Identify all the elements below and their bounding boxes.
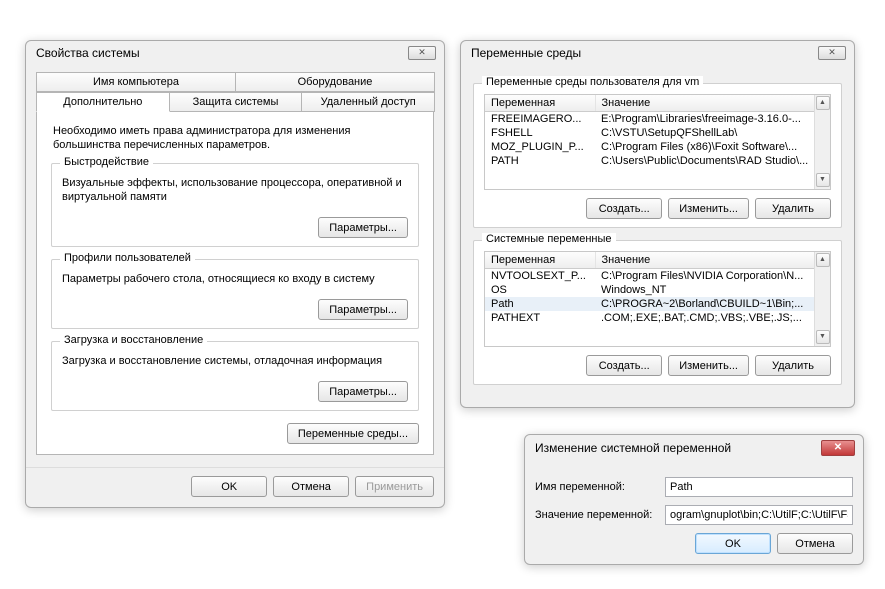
startup-settings-button[interactable]: Параметры...: [318, 381, 408, 402]
table-row[interactable]: OSWindows_NT: [485, 283, 830, 297]
group-legend: Быстродействие: [60, 156, 153, 168]
window-title: Изменение системной переменной: [535, 441, 731, 455]
apply-button[interactable]: Применить: [355, 476, 434, 497]
group-text: Загрузка и восстановление системы, отлад…: [62, 354, 408, 369]
col-value[interactable]: Значение: [595, 95, 830, 112]
close-icon[interactable]: ✕: [821, 440, 855, 456]
group-legend: Переменные среды пользователя для vm: [482, 76, 703, 88]
titlebar: Свойства системы ✕: [26, 41, 444, 63]
env-vars-window: Переменные среды ✕ Переменные среды поль…: [460, 40, 855, 408]
table-row[interactable]: FREEIMAGERO...E:\Program\Libraries\freei…: [485, 112, 830, 127]
titlebar: Изменение системной переменной ✕: [525, 435, 863, 459]
user-delete-button[interactable]: Удалить: [755, 198, 831, 219]
profiles-settings-button[interactable]: Параметры...: [318, 299, 408, 320]
table-row[interactable]: NVTOOLSEXT_P...C:\Program Files\NVIDIA C…: [485, 269, 830, 284]
performance-settings-button[interactable]: Параметры...: [318, 217, 408, 238]
dialog-button-row: OK Отмена Применить: [26, 467, 444, 507]
scroll-up-icon[interactable]: ▲: [816, 96, 830, 110]
col-name[interactable]: Переменная: [485, 95, 595, 112]
table-row[interactable]: FSHELLC:\VSTU\SetupQFShellLab\: [485, 126, 830, 140]
var-value-input[interactable]: [665, 505, 853, 525]
tab-hardware[interactable]: Оборудование: [235, 72, 435, 92]
group-user-profiles: Профили пользователей Параметры рабочего…: [51, 259, 419, 329]
col-name[interactable]: Переменная: [485, 252, 595, 269]
group-text: Визуальные эффекты, использование процес…: [62, 176, 408, 206]
system-vars-table[interactable]: Переменная Значение NVTOOLSEXT_P...C:\Pr…: [484, 251, 831, 347]
sys-edit-button[interactable]: Изменить...: [668, 355, 749, 376]
tabs: Имя компьютера Оборудование Дополнительн…: [36, 72, 434, 112]
tab-advanced[interactable]: Дополнительно: [36, 92, 170, 112]
cancel-button[interactable]: Отмена: [273, 476, 349, 497]
edit-var-window: Изменение системной переменной ✕ Имя пер…: [524, 434, 864, 565]
table-row[interactable]: PATHC:\Users\Public\Documents\RAD Studio…: [485, 154, 830, 168]
group-system-vars: Системные переменные Переменная Значение…: [473, 240, 842, 385]
admin-note: Необходимо иметь права администратора дл…: [53, 124, 417, 153]
tab-remote[interactable]: Удаленный доступ: [301, 92, 435, 112]
cancel-button[interactable]: Отмена: [777, 533, 853, 554]
group-legend: Системные переменные: [482, 233, 616, 245]
window-title: Переменные среды: [471, 46, 581, 60]
group-legend: Профили пользователей: [60, 252, 195, 264]
scrollbar[interactable]: ▲ ▼: [814, 252, 830, 346]
scrollbar[interactable]: ▲ ▼: [814, 95, 830, 189]
tab-system-protection[interactable]: Защита системы: [169, 92, 303, 112]
field-var-name: Имя переменной:: [535, 477, 853, 497]
ok-button[interactable]: OK: [191, 476, 267, 497]
system-properties-window: Свойства системы ✕ Имя компьютера Оборуд…: [25, 40, 445, 508]
close-icon[interactable]: ✕: [818, 46, 846, 60]
table-row[interactable]: MOZ_PLUGIN_P...C:\Program Files (x86)\Fo…: [485, 140, 830, 154]
user-edit-button[interactable]: Изменить...: [668, 198, 749, 219]
var-value-label: Значение переменной:: [535, 509, 655, 521]
env-vars-button[interactable]: Переменные среды...: [287, 423, 419, 444]
scroll-up-icon[interactable]: ▲: [816, 253, 830, 267]
close-icon[interactable]: ✕: [408, 46, 436, 60]
scroll-down-icon[interactable]: ▼: [816, 330, 830, 344]
sys-create-button[interactable]: Создать...: [586, 355, 662, 376]
group-legend: Загрузка и восстановление: [60, 334, 207, 346]
tab-body-advanced: Необходимо иметь права администратора дл…: [36, 111, 434, 455]
user-vars-table[interactable]: Переменная Значение FREEIMAGERO...E:\Pro…: [484, 94, 831, 190]
user-create-button[interactable]: Создать...: [586, 198, 662, 219]
group-user-vars: Переменные среды пользователя для vm Пер…: [473, 83, 842, 228]
sys-delete-button[interactable]: Удалить: [755, 355, 831, 376]
col-value[interactable]: Значение: [595, 252, 830, 269]
var-name-input[interactable]: [665, 477, 853, 497]
scroll-down-icon[interactable]: ▼: [816, 173, 830, 187]
window-title: Свойства системы: [36, 46, 140, 60]
field-var-value: Значение переменной:: [535, 505, 853, 525]
table-row[interactable]: PathC:\PROGRA~2\Borland\CBUILD~1\Bin;...: [485, 297, 830, 311]
ok-button[interactable]: OK: [695, 533, 771, 554]
titlebar: Переменные среды ✕: [461, 41, 854, 63]
group-text: Параметры рабочего стола, относящиеся ко…: [62, 272, 408, 287]
var-name-label: Имя переменной:: [535, 481, 655, 493]
group-performance: Быстродействие Визуальные эффекты, испол…: [51, 163, 419, 248]
tab-computer-name[interactable]: Имя компьютера: [36, 72, 236, 92]
group-startup-recovery: Загрузка и восстановление Загрузка и вос…: [51, 341, 419, 411]
table-row[interactable]: PATHEXT.COM;.EXE;.BAT;.CMD;.VBS;.VBE;.JS…: [485, 311, 830, 325]
